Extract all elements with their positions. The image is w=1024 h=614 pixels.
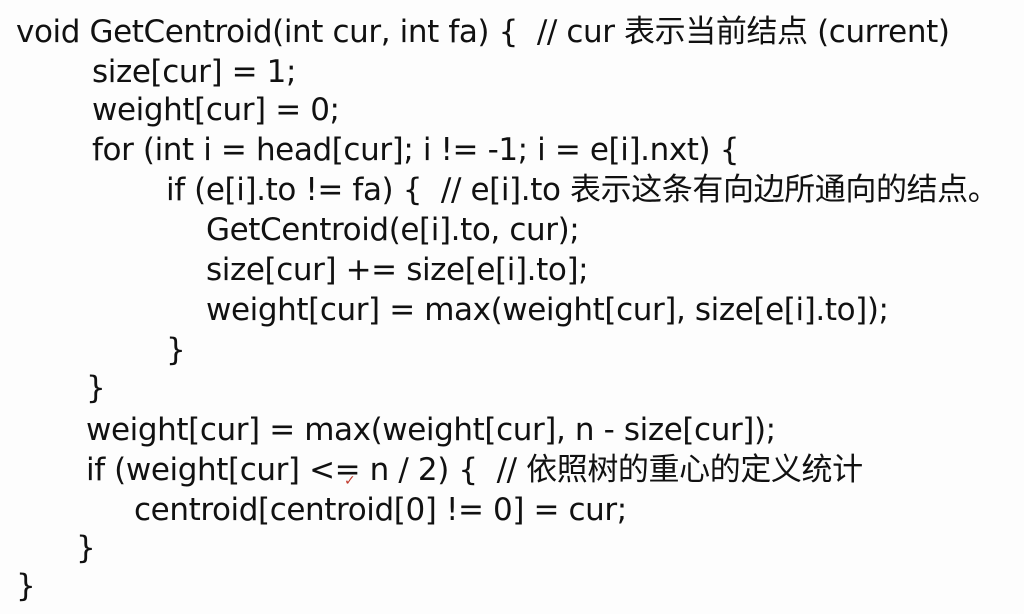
code-line-8: weight[cur] = max(weight[cur], size[e[i]… [206, 292, 889, 328]
code-line-9: } [166, 332, 186, 368]
pen-annotation-mark: ✓ [344, 473, 356, 489]
code-line-7: size[cur] += size[e[i].to]; [206, 252, 589, 288]
code-line-3: weight[cur] = 0; [92, 92, 340, 128]
code-slide: void GetCentroid(int cur, int fa) { // c… [0, 0, 1024, 614]
code-line-11: weight[cur] = max(weight[cur], n - size[… [86, 412, 776, 448]
code-line-1: void GetCentroid(int cur, int fa) { // c… [16, 14, 950, 50]
code-line-13: centroid[centroid[0] != 0] = cur; [134, 492, 627, 528]
code-line-14: } [76, 530, 96, 566]
code-line-6: GetCentroid(e[i].to, cur); [206, 212, 580, 248]
code-line-5: if (e[i].to != fa) { // e[i].to 表示这条有向边所… [166, 172, 999, 208]
code-line-10: } [86, 370, 106, 406]
code-line-2: size[cur] = 1; [92, 54, 296, 90]
code-line-15: } [16, 568, 36, 604]
code-line-12: if (weight[cur] <= n / 2) { // 依照树的重心的定义… [86, 452, 863, 488]
code-line-4: for (int i = head[cur]; i != -1; i = e[i… [92, 132, 740, 168]
